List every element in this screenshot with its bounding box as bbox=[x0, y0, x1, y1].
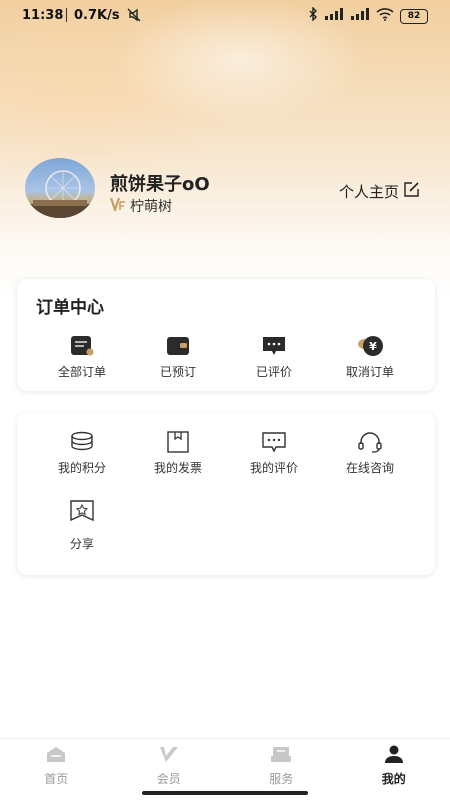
svg-text:¥: ¥ bbox=[369, 340, 377, 353]
member-level-badge[interactable]: 柠萌树 bbox=[109, 196, 172, 216]
tab-mine-label: 我的 bbox=[381, 772, 406, 786]
edit-icon bbox=[403, 181, 420, 202]
user-icon bbox=[383, 745, 405, 767]
tab-member-label: 会员 bbox=[156, 772, 181, 786]
tab-member[interactable]: 会员 bbox=[113, 739, 226, 791]
mute-icon bbox=[126, 7, 142, 27]
comment-icon bbox=[261, 335, 287, 357]
home-indicator[interactable] bbox=[142, 791, 308, 795]
vip-icon bbox=[109, 197, 126, 215]
reviewed-orders-label: 已评价 bbox=[255, 365, 292, 379]
coins-icon bbox=[70, 431, 94, 453]
battery-icon: 82 bbox=[400, 8, 428, 24]
wallet-icon bbox=[165, 335, 191, 357]
status-right-group: 82 bbox=[308, 6, 428, 25]
booked-orders-label: 已预订 bbox=[159, 365, 196, 379]
tab-home[interactable]: 首页 bbox=[0, 739, 113, 791]
my-points-button[interactable]: 我的积分 bbox=[34, 431, 130, 476]
services-grid-row-1: 我的积分 我的发票 我的评价 在线咨询 bbox=[17, 431, 450, 476]
reviewed-orders-button[interactable]: 已评价 bbox=[226, 335, 322, 380]
status-time: 11:38 bbox=[22, 8, 64, 23]
invoice-icon bbox=[166, 431, 190, 453]
status-network-speed: 0.7K/s bbox=[74, 8, 120, 23]
service-icon bbox=[270, 745, 292, 767]
review-icon bbox=[261, 431, 287, 453]
my-reviews-label: 我的评价 bbox=[249, 461, 298, 475]
personal-homepage-label: 个人主页 bbox=[338, 183, 399, 201]
services-card: 我的积分 我的发票 我的评价 在线咨询 分享 bbox=[17, 413, 435, 575]
member-level-text: 柠萌树 bbox=[130, 199, 172, 215]
share-icon bbox=[69, 499, 95, 523]
cancelled-orders-label: 取消订单 bbox=[345, 365, 394, 379]
personal-homepage-link[interactable]: 个人主页 bbox=[339, 181, 420, 202]
all-orders-button[interactable]: 全部订单 bbox=[34, 335, 130, 380]
member-icon bbox=[158, 745, 180, 767]
wifi-icon bbox=[376, 7, 394, 25]
cancelled-orders-button[interactable]: ¥ 取消订单 bbox=[322, 335, 418, 380]
order-grid: 全部订单 已预订 已评价 ¥ 取消订单 bbox=[17, 335, 450, 380]
signal-icon bbox=[324, 8, 344, 24]
user-nickname: 煎饼果子oO bbox=[110, 174, 210, 195]
services-grid-row-2: 分享 bbox=[17, 499, 450, 552]
status-bar: 11:38 0.7K/s 82 bbox=[0, 0, 450, 32]
signal-icon bbox=[350, 8, 370, 24]
status-divider bbox=[66, 8, 67, 22]
header-background bbox=[0, 0, 450, 300]
online-consult-button[interactable]: 在线咨询 bbox=[322, 431, 418, 476]
my-reviews-button[interactable]: 我的评价 bbox=[226, 431, 322, 476]
tab-mine[interactable]: 我的 bbox=[338, 739, 450, 791]
my-invoices-label: 我的发票 bbox=[153, 461, 202, 475]
order-center-card: 订单中心 全部订单 已预订 已评价 ¥ 取消订单 bbox=[17, 279, 435, 391]
all-orders-label: 全部订单 bbox=[57, 365, 106, 379]
avatar[interactable] bbox=[25, 158, 95, 218]
booked-orders-button[interactable]: 已预订 bbox=[130, 335, 226, 380]
tab-service[interactable]: 服务 bbox=[225, 739, 338, 791]
online-consult-label: 在线咨询 bbox=[345, 461, 394, 475]
my-points-label: 我的积分 bbox=[57, 461, 106, 475]
bottom-tab-bar: 首页 会员 服务 我的 bbox=[0, 738, 450, 791]
headset-icon bbox=[357, 431, 383, 453]
all-orders-icon bbox=[69, 335, 95, 357]
order-center-title: 订单中心 bbox=[36, 298, 104, 318]
ferris-wheel-image bbox=[25, 170, 95, 218]
tab-service-label: 服务 bbox=[269, 772, 294, 786]
tab-home-label: 首页 bbox=[44, 772, 69, 786]
share-label: 分享 bbox=[69, 537, 94, 551]
my-invoices-button[interactable]: 我的发票 bbox=[130, 431, 226, 476]
bluetooth-icon bbox=[308, 6, 318, 25]
yen-icon: ¥ bbox=[356, 335, 384, 357]
share-button[interactable]: 分享 bbox=[34, 499, 130, 552]
home-icon bbox=[45, 745, 67, 767]
